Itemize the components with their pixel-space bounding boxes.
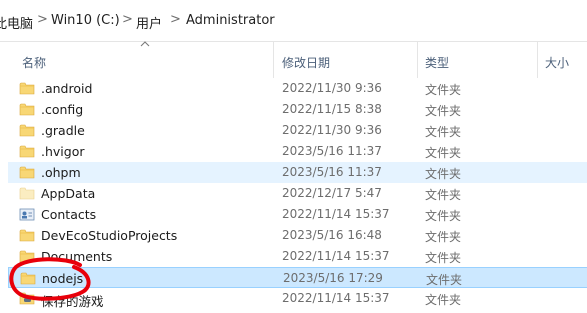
breadcrumb-this-pc[interactable]: 此电脑 <box>0 13 33 32</box>
file-type: 文件夹 <box>425 125 462 139</box>
chevron-right-icon[interactable]: > <box>37 12 48 27</box>
file-type: 文件夹 <box>426 273 463 287</box>
file-name: .gradle <box>41 123 85 138</box>
column-type[interactable]: 类型 <box>425 54 449 71</box>
list-item[interactable]: .android 2022/11/30 9:36 文件夹 <box>8 78 587 99</box>
folder-icon <box>19 81 35 95</box>
breadcrumb-drive[interactable]: Win10 (C:) <box>51 13 120 28</box>
column-divider[interactable] <box>537 42 538 78</box>
file-type: 文件夹 <box>425 188 462 202</box>
list-item[interactable]: AppData 2022/12/17 5:47 文件夹 <box>8 183 587 204</box>
file-name: .config <box>41 102 84 117</box>
modified-date: 2023/5/16 11:37 <box>282 144 382 158</box>
folder-icon <box>19 228 35 242</box>
list-item[interactable]: .config 2022/11/15 8:38 文件夹 <box>8 99 587 120</box>
modified-date: 2022/11/30 9:36 <box>282 123 382 137</box>
file-name: DevEcoStudioProjects <box>41 228 178 243</box>
list-item[interactable]: .hvigor 2023/5/16 11:37 文件夹 <box>8 141 587 162</box>
breadcrumb: 此电脑 > Win10 (C:) > 用户 > Administrator <box>0 0 587 42</box>
list-item[interactable]: Documents 2022/11/14 15:37 文件夹 <box>8 246 587 267</box>
column-divider[interactable] <box>273 42 274 78</box>
folder-icon <box>19 144 35 158</box>
breadcrumb-users[interactable]: 用户 <box>136 13 162 32</box>
list-item[interactable]: DevEcoStudioProjects 2023/5/16 16:48 文件夹 <box>8 225 587 246</box>
file-type: 文件夹 <box>425 167 462 181</box>
file-name: AppData <box>41 186 96 201</box>
list-item[interactable]: .gradle 2022/11/30 9:36 文件夹 <box>8 120 587 141</box>
sort-ascending-icon <box>140 40 150 51</box>
column-name[interactable]: 名称 <box>22 54 46 71</box>
file-type: 文件夹 <box>425 293 462 307</box>
chevron-right-icon[interactable]: > <box>122 12 133 27</box>
folder-icon <box>19 123 35 137</box>
list-item[interactable]: nodejs 2023/5/16 17:29 文件夹 <box>8 267 587 288</box>
folder-icon <box>19 102 35 116</box>
file-name: .hvigor <box>41 144 85 159</box>
modified-date: 2023/5/16 17:29 <box>283 271 383 285</box>
list-item[interactable]: 保存的游戏 2022/11/14 15:37 文件夹 <box>8 288 587 309</box>
file-type: 文件夹 <box>425 83 462 97</box>
file-type: 文件夹 <box>425 251 462 265</box>
modified-date: 2022/11/14 15:37 <box>282 291 390 305</box>
file-name: .ohpm <box>41 165 81 180</box>
file-type: 文件夹 <box>425 104 462 118</box>
chevron-right-icon[interactable]: > <box>170 12 181 27</box>
file-name: .android <box>41 81 93 96</box>
list-item[interactable]: .ohpm 2023/5/16 11:37 文件夹 <box>8 162 587 183</box>
column-size[interactable]: 大小 <box>545 54 569 71</box>
modified-date: 2022/12/17 5:47 <box>282 186 382 200</box>
file-type: 文件夹 <box>425 146 462 160</box>
modified-date: 2023/5/16 16:48 <box>282 228 382 242</box>
column-modified[interactable]: 修改日期 <box>282 54 330 71</box>
red-annotation-circle <box>9 257 91 301</box>
modified-date: 2022/11/14 15:37 <box>282 249 390 263</box>
breadcrumb-administrator[interactable]: Administrator <box>186 13 275 28</box>
column-divider[interactable] <box>417 42 418 78</box>
file-type: 文件夹 <box>425 209 462 223</box>
modified-date: 2022/11/15 8:38 <box>282 102 382 116</box>
contacts-folder-icon <box>19 207 35 221</box>
file-name: Contacts <box>41 207 97 222</box>
modified-date: 2023/5/16 11:37 <box>282 165 382 179</box>
list-item[interactable]: Contacts 2022/11/14 15:37 文件夹 <box>8 204 587 225</box>
file-type: 文件夹 <box>425 230 462 244</box>
folder-icon <box>19 165 35 179</box>
modified-date: 2022/11/14 15:37 <box>282 207 390 221</box>
hidden-folder-icon <box>19 186 35 200</box>
modified-date: 2022/11/30 9:36 <box>282 81 382 95</box>
